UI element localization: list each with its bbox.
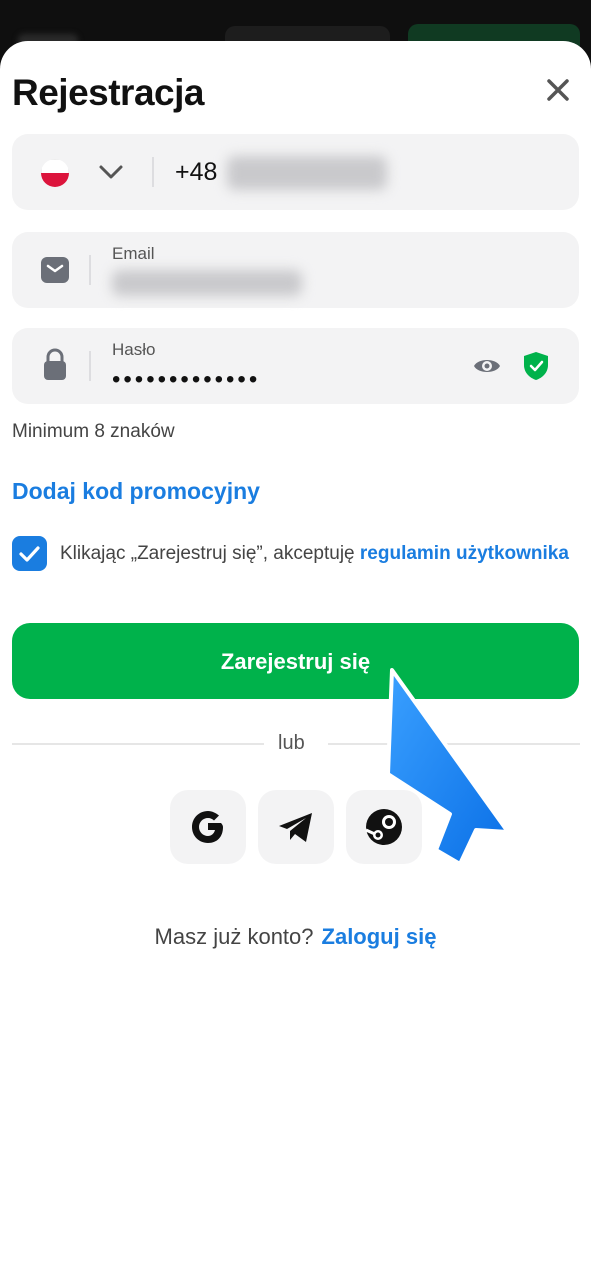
pointer-arrow-icon [386, 668, 510, 866]
phone-prefix: +48 [175, 158, 218, 186]
login-question: Masz już konto? [154, 924, 314, 949]
terms-link[interactable]: regulamin użytkownika [360, 543, 569, 564]
password-label: Hasło [112, 340, 156, 359]
divider [89, 255, 91, 285]
phone-input[interactable] [227, 156, 387, 190]
google-icon [192, 811, 223, 843]
login-link[interactable]: Zaloguj się [322, 924, 437, 949]
page-title: Rejestracja [12, 72, 204, 113]
telegram-icon [279, 813, 312, 842]
divider-line [12, 743, 264, 745]
password-hint: Minimum 8 znaków [12, 421, 175, 442]
divider [89, 351, 91, 381]
shield-check-icon [524, 352, 548, 380]
password-input[interactable]: ••••••••••••• [112, 366, 260, 394]
password-field[interactable]: Hasło ••••••••••••• [12, 328, 579, 404]
email-field[interactable]: Email [12, 232, 579, 308]
telegram-button[interactable] [258, 790, 334, 864]
terms-checkbox[interactable] [12, 536, 47, 571]
or-label: lub [278, 732, 305, 754]
login-prompt: Masz już konto? Zaloguj się [0, 924, 591, 950]
phone-field[interactable]: +48 [12, 134, 579, 210]
promo-code-link[interactable]: Dodaj kod promocyjny [12, 478, 260, 505]
eye-icon[interactable] [472, 354, 502, 378]
terms-text: Klikając „Zarejestruj się”, akceptuję re… [60, 540, 570, 568]
envelope-icon [41, 257, 69, 283]
lock-icon [44, 348, 66, 380]
check-icon [19, 546, 40, 562]
divider [152, 157, 154, 187]
chevron-down-icon[interactable] [98, 161, 124, 183]
terms-label: Klikając „Zarejestruj się”, akceptuję [60, 543, 360, 564]
close-icon[interactable] [540, 72, 576, 108]
google-button[interactable] [170, 790, 246, 864]
email-input[interactable] [112, 270, 302, 296]
email-label: Email [112, 244, 155, 263]
poland-flag-icon[interactable] [41, 159, 69, 187]
